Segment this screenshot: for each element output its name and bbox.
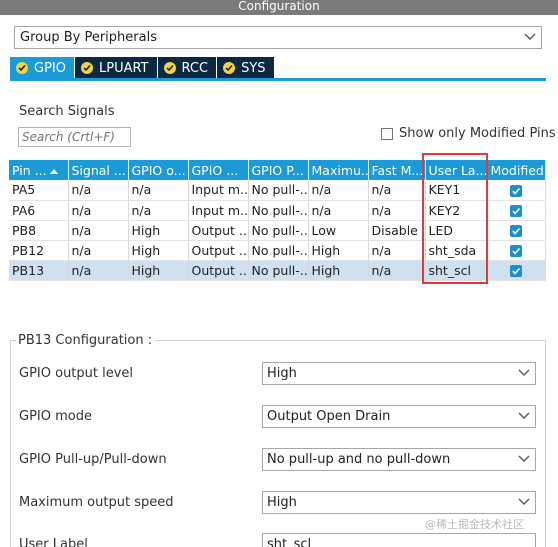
modified-checkbox[interactable] (510, 225, 522, 237)
table-cell: High (128, 220, 189, 241)
table-cell: Output ... (188, 240, 249, 261)
table-cell: No pull-... (248, 220, 309, 241)
tab-label: LPUART (98, 60, 149, 76)
user-label-input[interactable]: sht_scl (262, 533, 536, 547)
table-cell: PA5 (9, 180, 69, 201)
gpio-pull-label: GPIO Pull-up/Pull-down (19, 452, 167, 467)
chevron-down-icon (518, 498, 530, 505)
search-input[interactable] (18, 127, 131, 147)
table-cell: n/a (308, 180, 369, 201)
modified-checkbox[interactable] (510, 184, 522, 197)
search-label: Search Signals (19, 104, 115, 119)
show-only-modified-checkbox[interactable] (381, 127, 393, 140)
column-header-gpio-pull[interactable]: GPIO P... (248, 160, 309, 180)
window-title: Configuration (0, 0, 558, 15)
table-cell: n/a (68, 180, 129, 201)
table-cell: High (128, 240, 189, 261)
table-cell: No pull-... (248, 180, 309, 201)
tab-label: GPIO (34, 60, 66, 76)
table-cell-modified (487, 220, 546, 241)
table-cell: High (308, 260, 369, 281)
table-cell: n/a (68, 220, 129, 241)
pin-configuration-title: PB13 Configuration : (16, 333, 156, 348)
table-cell: n/a (128, 180, 189, 201)
table-cell: PB8 (9, 220, 69, 241)
max-output-speed-value: High (267, 495, 297, 510)
tab-label: RCC (181, 60, 209, 76)
gpio-pull-select[interactable]: No pull-up and no pull-down (262, 448, 536, 471)
modified-checkbox[interactable] (510, 265, 522, 277)
table-cell: n/a (368, 180, 426, 201)
table-cell: Output ... (188, 220, 249, 241)
column-header-signal[interactable]: Signal ... (68, 160, 129, 180)
column-header-fast-mode[interactable]: Fast M... (368, 160, 426, 180)
table-cell: No pull-... (248, 240, 309, 261)
sort-ascending-icon (49, 168, 58, 174)
table-cell: n/a (128, 200, 189, 221)
table-cell: PB12 (9, 240, 69, 261)
chevron-down-icon (518, 369, 530, 376)
chevron-down-icon (518, 412, 530, 419)
user-label-label: User Label (19, 537, 88, 547)
tab-gpio[interactable]: GPIO (10, 57, 75, 79)
gpio-mode-value: Output Open Drain (267, 409, 391, 424)
gpio-mode-select[interactable]: Output Open Drain (262, 405, 536, 428)
tab-label: SYS (241, 60, 266, 76)
table-cell: No pull-... (248, 200, 309, 221)
gpio-mode-label: GPIO mode (19, 409, 92, 424)
table-cell: High (128, 260, 189, 281)
check-circle-icon (16, 62, 28, 74)
gpio-output-level-select[interactable]: High (262, 362, 536, 385)
table-cell: n/a (68, 260, 129, 281)
chevron-down-icon (524, 33, 536, 40)
group-by-value: Group By Peripherals (20, 30, 157, 45)
peripheral-tabs: GPIO LPUART RCC SYS (10, 57, 275, 79)
watermark: @稀土掘金技术社区 (425, 518, 524, 531)
table-cell: High (308, 240, 369, 261)
table-cell-modified (487, 240, 546, 261)
column-header-label: Pin ... (12, 162, 47, 178)
tab-rcc[interactable]: RCC (157, 57, 218, 79)
table-cell: n/a (368, 260, 426, 281)
tab-sys[interactable]: SYS (217, 57, 275, 79)
modified-checkbox[interactable] (510, 245, 522, 257)
check-circle-icon (163, 62, 176, 74)
gpio-output-level-value: High (267, 366, 297, 381)
table-cell: Low (308, 220, 369, 241)
max-output-speed-select[interactable]: High (262, 491, 536, 514)
chevron-down-icon (518, 455, 530, 462)
check-circle-icon (80, 62, 93, 74)
tab-underline (10, 78, 546, 81)
table-cell: Input m... (188, 200, 249, 221)
user-label-highlight-box (422, 153, 488, 284)
table-cell: Disable (368, 220, 426, 241)
check-circle-icon (223, 62, 236, 74)
table-cell-modified (487, 180, 546, 201)
table-cell: n/a (68, 240, 129, 261)
table-cell: PA6 (9, 200, 69, 221)
max-output-speed-label: Maximum output speed (19, 495, 174, 510)
column-header-pin[interactable]: Pin ... (9, 160, 69, 180)
table-cell: n/a (308, 200, 369, 221)
show-only-modified-label: Show only Modified Pins (399, 126, 556, 141)
table-cell: n/a (68, 200, 129, 221)
group-by-select[interactable]: Group By Peripherals (14, 26, 542, 49)
table-cell: Output ... (188, 260, 249, 281)
table-cell-modified (487, 200, 546, 221)
table-cell: Input m... (188, 180, 249, 201)
column-header-gpio-mode[interactable]: GPIO ... (188, 160, 249, 180)
show-only-modified-toggle[interactable]: Show only Modified Pins (381, 126, 556, 141)
table-cell: PB13 (9, 260, 69, 281)
table-cell: n/a (368, 240, 426, 261)
table-cell: n/a (368, 200, 426, 221)
table-cell: No pull-... (248, 260, 309, 281)
column-header-max-speed[interactable]: Maximu... (308, 160, 369, 180)
tab-lpuart[interactable]: LPUART (74, 57, 158, 79)
gpio-pull-value: No pull-up and no pull-down (267, 452, 451, 467)
gpio-output-level-label: GPIO output level (19, 366, 134, 381)
table-cell-modified (487, 260, 546, 281)
column-header-modified[interactable]: Modified (487, 160, 546, 180)
column-header-gpio-output[interactable]: GPIO o... (128, 160, 189, 180)
modified-checkbox[interactable] (510, 205, 522, 217)
